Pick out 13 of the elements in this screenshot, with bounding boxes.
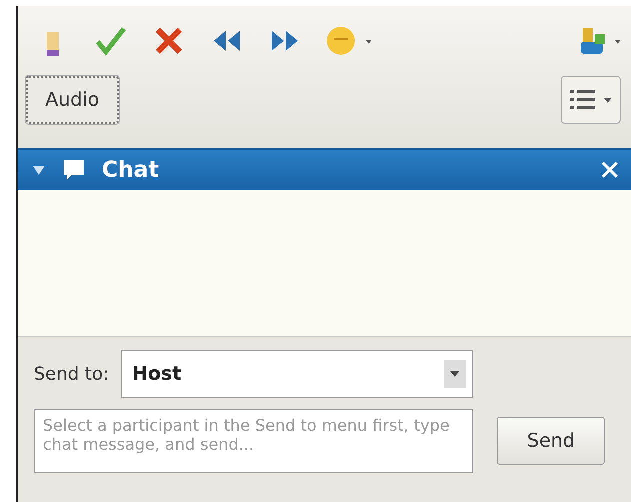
speech-bubble-icon [62, 158, 86, 182]
panel-title: Chat [102, 158, 160, 182]
send-to-label: Send to: [34, 364, 110, 384]
message-field[interactable]: Select a participant in the Send to menu first, type chat message, and send... [34, 409, 474, 473]
send-button[interactable]: Send [497, 417, 606, 465]
list-menu-button[interactable] [561, 76, 621, 124]
collapse-triangle-icon[interactable] [32, 163, 46, 177]
close-button[interactable] [601, 161, 619, 179]
recipient-dropdown[interactable]: Host [121, 350, 474, 398]
smiley-icon[interactable] [326, 24, 374, 58]
caret-icon [604, 98, 612, 102]
audio-button[interactable]: Audio [26, 76, 119, 124]
dropdown-caret-icon [450, 371, 460, 377]
